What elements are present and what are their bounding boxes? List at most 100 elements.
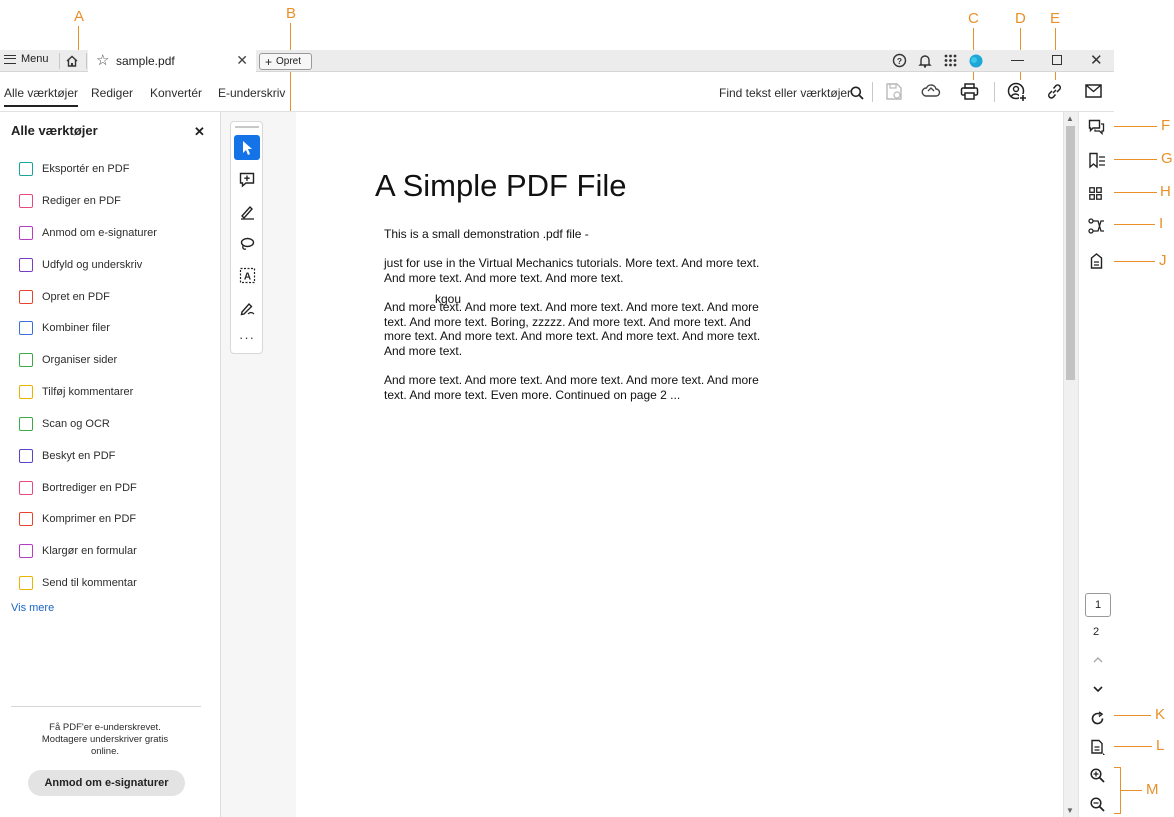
- search-icon[interactable]: [850, 86, 864, 100]
- zoom-in-icon[interactable]: [1090, 768, 1105, 783]
- tool-scan-ocr[interactable]: Scan og OCR: [19, 414, 110, 434]
- tool-combine-files[interactable]: Kombiner filer: [19, 318, 110, 338]
- main-toolbar: Alle værktøjer Rediger Konvertér E-under…: [0, 72, 1114, 112]
- create-label: Opret: [276, 56, 302, 67]
- callout-l-line: [1108, 746, 1152, 747]
- organize-pages-icon: [19, 353, 33, 367]
- tool-label: Rediger en PDF: [42, 195, 121, 207]
- hamburger-icon: [4, 54, 16, 64]
- tool-create-pdf[interactable]: Opret en PDF: [19, 287, 110, 307]
- text-box-button[interactable]: A: [234, 263, 260, 288]
- paragraph-1: This is a small demonstration .pdf file …: [384, 227, 589, 241]
- tab-all-tools[interactable]: Alle værktøjer: [4, 86, 79, 107]
- tool-label: Scan og OCR: [42, 418, 110, 430]
- star-icon[interactable]: ☆: [96, 51, 109, 69]
- rotate-icon[interactable]: [1090, 711, 1105, 726]
- create-pdf-icon: [19, 290, 33, 304]
- avatar[interactable]: [969, 54, 983, 68]
- paragraph-4: And more text. And more text. And more t…: [384, 373, 759, 402]
- callout-k: K: [1155, 706, 1166, 723]
- tab-edit[interactable]: Rediger: [91, 86, 133, 100]
- tool-protect-pdf[interactable]: Beskyt en PDF: [19, 446, 115, 466]
- maximize-icon[interactable]: [1052, 55, 1062, 65]
- tool-redact-pdf[interactable]: Bortrediger en PDF: [19, 478, 137, 498]
- callout-a-line: [78, 26, 79, 52]
- scroll-down-arrow-icon[interactable]: ▼: [1066, 806, 1074, 815]
- tab-convert[interactable]: Konvertér: [150, 86, 202, 100]
- close-tab-icon[interactable]: ✕: [236, 52, 248, 69]
- tool-request-esignatures[interactable]: Anmod om e-signaturer: [19, 223, 157, 243]
- title-bar: Menu ☆ sample.pdf ✕ + Opret ? ✕: [0, 50, 1114, 72]
- select-tool-button[interactable]: [234, 135, 260, 160]
- tool-label: Eksportér en PDF: [42, 163, 130, 175]
- request-signature-icon: [19, 226, 33, 240]
- callout-m-bracket-bottom: [1113, 813, 1121, 814]
- attachments-icon[interactable]: [1090, 253, 1103, 269]
- send-for-comment-icon: [19, 576, 33, 590]
- current-page-box[interactable]: 1: [1085, 593, 1111, 617]
- edit-pdf-icon: [19, 194, 33, 208]
- drag-handle[interactable]: [235, 126, 259, 128]
- minimize-icon[interactable]: [1011, 60, 1024, 61]
- document-tab[interactable]: ☆ sample.pdf ✕: [88, 50, 256, 72]
- scan-ocr-icon: [19, 417, 33, 431]
- tool-compress-pdf[interactable]: Komprimer en PDF: [19, 509, 136, 529]
- promo-text: Få PDF'er e-underskrevet. Modtagere unde…: [41, 722, 169, 757]
- zoom-out-icon[interactable]: [1090, 797, 1105, 812]
- save-icon[interactable]: [885, 82, 903, 101]
- export-pdf-icon: [19, 162, 33, 176]
- redact-pdf-icon: [19, 481, 33, 495]
- close-panel-icon[interactable]: ✕: [194, 124, 205, 140]
- next-page-number[interactable]: 2: [1093, 626, 1099, 638]
- tool-edit-pdf[interactable]: Rediger en PDF: [19, 191, 121, 211]
- callout-h: H: [1160, 183, 1171, 200]
- comment-plus-icon: [239, 172, 254, 188]
- home-icon[interactable]: [65, 54, 79, 68]
- close-window-icon[interactable]: ✕: [1090, 51, 1103, 69]
- link-icon[interactable]: [1046, 83, 1063, 100]
- email-icon[interactable]: [1085, 84, 1102, 98]
- tool-add-comments[interactable]: Tilføj kommentarer: [19, 382, 133, 402]
- comments-panel-icon[interactable]: [1088, 119, 1105, 135]
- highlight-button[interactable]: [234, 199, 260, 224]
- tool-label: Beskyt en PDF: [42, 450, 116, 462]
- callout-a: A: [74, 8, 85, 25]
- cloud-icon[interactable]: [921, 83, 941, 99]
- draw-button[interactable]: [234, 231, 260, 256]
- previous-page-icon[interactable]: [1092, 656, 1104, 664]
- tool-prepare-form[interactable]: Klargør en formular: [19, 541, 137, 561]
- find-tools-field[interactable]: Find tekst eller værktøjer: [719, 86, 851, 100]
- scroll-thumb[interactable]: [1066, 126, 1075, 380]
- print-icon[interactable]: [960, 83, 979, 100]
- protect-pdf-icon: [19, 449, 33, 463]
- page-display-icon[interactable]: [1090, 739, 1106, 756]
- callout-l: L: [1156, 737, 1165, 754]
- help-icon[interactable]: ?: [892, 53, 907, 68]
- menu-button[interactable]: Menu: [4, 53, 49, 65]
- svg-text:A: A: [243, 272, 250, 283]
- show-more-link[interactable]: Vis mere: [11, 602, 54, 614]
- share-user-icon[interactable]: [1007, 82, 1027, 102]
- create-button[interactable]: + Opret: [259, 53, 312, 70]
- scroll-up-arrow-icon[interactable]: ▲: [1066, 114, 1074, 123]
- tool-organize-pages[interactable]: Organiser sider: [19, 350, 117, 370]
- thumbnails-panel-icon[interactable]: [1089, 187, 1102, 200]
- callout-f: F: [1161, 117, 1171, 134]
- tool-label: Tilføj kommentarer: [42, 386, 134, 398]
- tool-fill-sign[interactable]: Udfyld og underskriv: [19, 255, 142, 275]
- sign-button[interactable]: [234, 295, 260, 320]
- compare-tool-icon[interactable]: [1088, 218, 1106, 234]
- next-page-icon[interactable]: [1092, 685, 1104, 693]
- bookmarks-panel-icon[interactable]: [1088, 152, 1106, 169]
- tab-esign[interactable]: E-underskriv: [218, 86, 285, 100]
- notification-bell-icon[interactable]: [918, 53, 932, 68]
- add-comment-button[interactable]: [234, 167, 260, 192]
- more-tools-button[interactable]: ···: [234, 325, 260, 350]
- cursor-icon: [243, 140, 252, 155]
- tool-send-for-comment[interactable]: Send til kommentar: [19, 573, 137, 593]
- tool-export-pdf[interactable]: Eksportér en PDF: [19, 159, 129, 179]
- callout-m-line: [1121, 790, 1142, 791]
- apps-grid-icon[interactable]: [944, 54, 957, 67]
- svg-text:?: ?: [897, 56, 902, 66]
- request-esignatures-button[interactable]: Anmod om e-signaturer: [28, 770, 185, 796]
